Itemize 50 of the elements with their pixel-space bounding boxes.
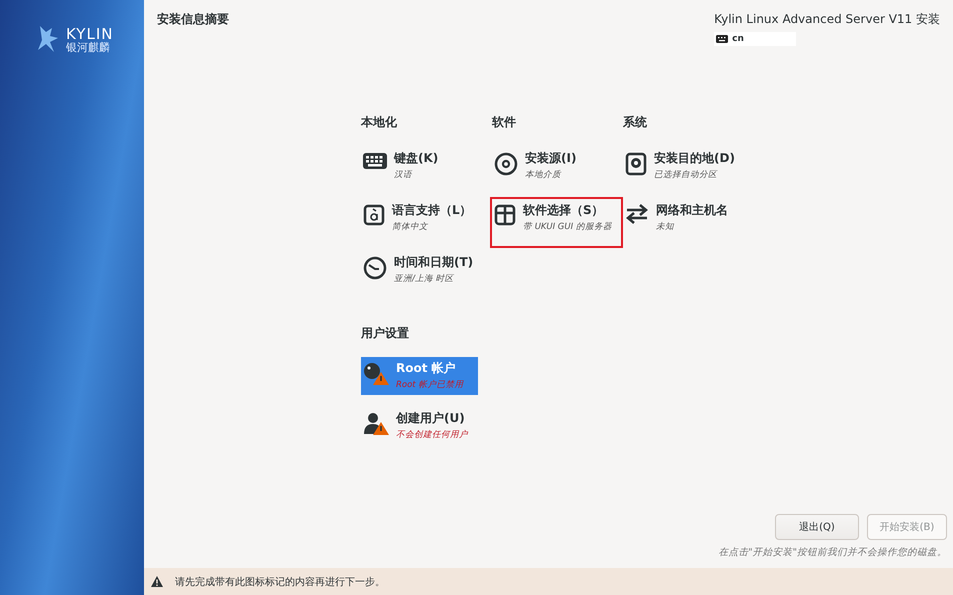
hub-spoke[interactable]: 时间和日期(T) 亚洲/上海 时区: [361, 251, 492, 298]
hub-spoke[interactable]: 创建用户(U) 不会创建任何用户: [361, 407, 478, 445]
disc-icon: [494, 152, 518, 176]
spoke-status: Root 帐户已禁用: [396, 379, 464, 391]
spoke-status: 已选择自动分区: [654, 169, 718, 181]
spoke-status: 不会创建任何用户: [396, 429, 468, 441]
hub-spoke[interactable]: 软件选择（S） 带 UKUI GUI 的服务器: [492, 199, 621, 246]
spoke-title: 语言支持（L）: [392, 202, 472, 219]
language-icon: [363, 204, 385, 226]
clock-icon: [363, 256, 387, 280]
product-title: Kylin Linux Advanced Server V11 安装: [714, 11, 940, 28]
hub-spoke[interactable]: 网络和主机名 未知: [623, 199, 754, 246]
keyboard-layout-indicator[interactable]: cn: [714, 32, 796, 46]
spoke-title: 网络和主机名: [656, 202, 728, 219]
category-heading: 系统: [623, 114, 648, 131]
spoke-status: 亚洲/上海 时区: [394, 273, 455, 285]
spoke-status: 带 UKUI GUI 的服务器: [523, 221, 612, 233]
page-title: 安装信息摘要: [157, 11, 229, 28]
package-icon: [494, 204, 516, 226]
spoke-title: 安装源(I): [525, 150, 576, 167]
spoke-title: 时间和日期(T): [394, 254, 474, 271]
spoke-status: 汉语: [394, 169, 414, 181]
spoke-title: 键盘(K): [394, 150, 438, 167]
hub-spoke[interactable]: 安装源(I) 本地介质: [492, 147, 623, 194]
spoke-title: 软件选择（S）: [523, 202, 605, 219]
spoke-status: 本地介质: [525, 169, 562, 181]
category-heading: 软件: [492, 114, 517, 131]
user-warning-icon: [363, 412, 389, 436]
drive-icon: [625, 152, 647, 176]
spoke-title: Root 帐户: [396, 360, 457, 377]
warning-text: 请先完成带有此图标标记的内容再进行下一步。: [175, 576, 385, 588]
category-heading: 本地化: [361, 114, 398, 131]
logo-subtext: 银河麒麟: [66, 42, 111, 54]
hub-spoke[interactable]: Root 帐户 Root 帐户已禁用: [361, 357, 478, 395]
hub-spoke[interactable]: 语言支持（L） 简体中文: [361, 199, 492, 246]
keyboard-icon: [363, 152, 387, 170]
action-button[interactable]: 退出(Q): [775, 514, 859, 540]
arrows-icon: [625, 204, 649, 224]
warning-icon: [151, 576, 163, 587]
key-warning-icon: [363, 362, 389, 386]
spoke-status: 简体中文: [392, 221, 429, 233]
keyboard-icon: [716, 35, 728, 43]
hub-spoke[interactable]: 安装目的地(D) 已选择自动分区: [623, 147, 754, 194]
spoke-title: 安装目的地(D): [654, 150, 735, 167]
spoke-title: 创建用户(U): [396, 410, 466, 427]
category-heading: 用户设置: [361, 325, 410, 342]
logo-text: KYLIN: [66, 26, 114, 42]
install-note: 在点击"开始安装"按钮前我们并不会操作您的磁盘。: [718, 546, 947, 559]
spoke-status: 未知: [656, 221, 675, 233]
hub-spoke[interactable]: 键盘(K) 汉语: [361, 147, 492, 194]
